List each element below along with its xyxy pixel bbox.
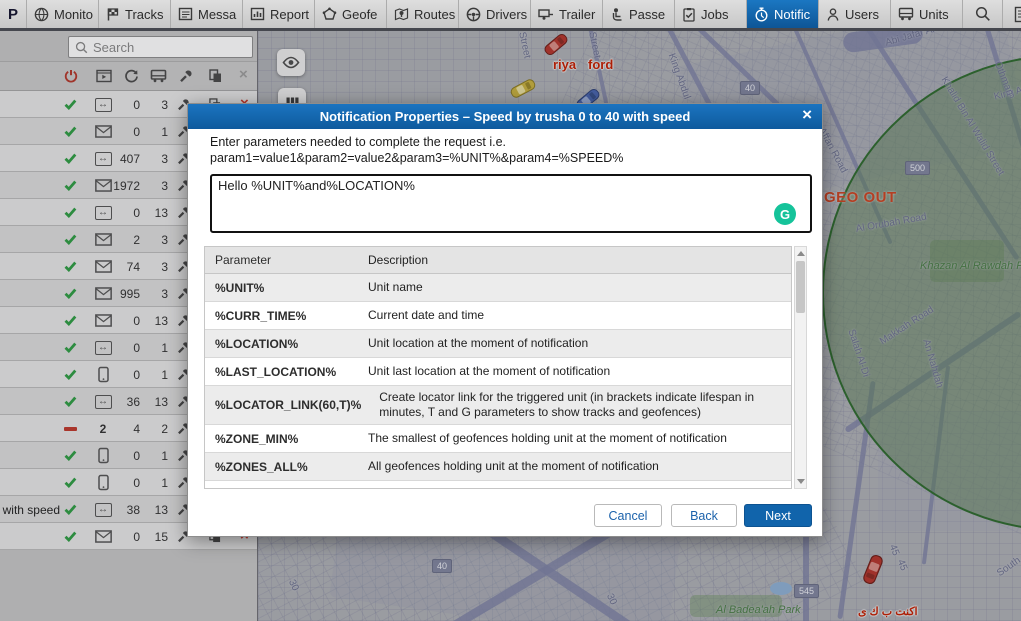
tab-reports[interactable]: Report xyxy=(242,0,314,28)
back-button[interactable]: Back xyxy=(671,504,737,527)
passenger-icon xyxy=(610,7,624,22)
scrollbar-thumb[interactable] xyxy=(796,261,805,313)
message-text-input[interactable]: Hello %UNIT%and%LOCATION% xyxy=(210,174,812,233)
parameter-row: %LOCATION% Unit location at the moment o… xyxy=(205,330,791,358)
tab-label: Users xyxy=(845,7,879,22)
parameter-description: The smallest of geofences holding unit a… xyxy=(358,427,791,450)
tab-units[interactable]: Units xyxy=(890,0,962,28)
tab-monitoring[interactable]: Monito xyxy=(26,0,98,28)
notification-properties-dialog: Notification Properties – Speed by trush… xyxy=(187,103,823,537)
column-header-parameter: Parameter xyxy=(205,249,358,271)
instruction-line: Enter parameters needed to complete the … xyxy=(210,135,623,151)
tab-tracks[interactable]: Tracks xyxy=(98,0,170,28)
tab-label: Tracks xyxy=(125,7,164,22)
tab-label: Notific xyxy=(774,7,810,22)
table-header: Parameter Description xyxy=(205,247,791,274)
tab-label: Passe xyxy=(629,7,665,22)
parameters-table: Parameter Description %UNIT% Unit name %… xyxy=(204,246,792,489)
parameter-description: Create locator link for the triggered un… xyxy=(369,386,791,424)
parameter-description: Current date and time xyxy=(358,304,791,327)
app-logo: P xyxy=(0,0,26,28)
clipboard-icon xyxy=(682,7,696,22)
parameter-description: All geofences holding unit at the moment… xyxy=(358,455,791,478)
parameter-row: %ZONE_MIN% The smallest of geofences hol… xyxy=(205,425,791,453)
flag-icon xyxy=(106,7,120,22)
trailer-icon xyxy=(538,7,554,21)
bus-icon xyxy=(898,7,914,21)
column-header-description: Description xyxy=(358,249,791,272)
tab-label: Trailer xyxy=(559,7,595,22)
geofence-icon xyxy=(322,7,337,21)
tab-drivers[interactable]: Drivers xyxy=(458,0,530,28)
scroll-up-icon[interactable] xyxy=(795,247,806,260)
tab-routes[interactable]: Routes xyxy=(386,0,458,28)
table-scrollbar[interactable] xyxy=(794,246,807,489)
tab-users[interactable]: Users xyxy=(818,0,890,28)
tab-label: Routes xyxy=(414,7,455,22)
parameter-row: %ZONES_ALL% All geofences holding unit a… xyxy=(205,453,791,481)
document-icon xyxy=(1014,6,1021,23)
instruction-line: param1=value1&param2=value2&param3=%UNIT… xyxy=(210,151,623,167)
parameter-row: %CURR_TIME% Current date and time xyxy=(205,302,791,330)
tab-label: Messa xyxy=(198,7,236,22)
tab-geofences[interactable]: Geofe xyxy=(314,0,386,28)
report-icon xyxy=(250,7,265,21)
tab-label: Drivers xyxy=(486,7,527,22)
parameter-name: %LAST_LOCATION% xyxy=(205,361,358,383)
scroll-down-icon[interactable] xyxy=(795,475,806,488)
parameter-name: %ZONES_ALL% xyxy=(205,456,358,478)
steering-wheel-icon xyxy=(466,7,481,22)
alarm-clock-icon xyxy=(754,7,769,22)
dialog-instructions: Enter parameters needed to complete the … xyxy=(210,135,623,166)
tab-trailers[interactable]: Trailer xyxy=(530,0,602,28)
tab-jobs[interactable]: Jobs xyxy=(674,0,746,28)
tab-label: Report xyxy=(270,7,309,22)
parameter-name: %UNIT% xyxy=(205,277,358,299)
tab-label: Monito xyxy=(54,7,93,22)
globe-icon xyxy=(34,7,49,22)
dialog-header[interactable]: Notification Properties – Speed by trush… xyxy=(188,104,822,129)
nav-edge-partial-button[interactable] xyxy=(1002,0,1021,28)
parameter-name: %LOCATION% xyxy=(205,333,358,355)
tab-label: Jobs xyxy=(701,7,728,22)
parameter-row: %LAST_LOCATION% Unit last location at th… xyxy=(205,358,791,386)
tab-notifications[interactable]: Notific xyxy=(746,0,818,28)
next-button[interactable]: Next xyxy=(744,504,812,527)
parameter-name: %ZONE_MIN% xyxy=(205,428,358,450)
parameter-description: Unit last location at the moment of noti… xyxy=(358,360,791,383)
parameter-row: %UNIT% Unit name xyxy=(205,274,791,302)
parameter-name: %LOCATOR_LINK(60,T)% xyxy=(205,394,369,416)
parameter-row: %LOCATOR_LINK(60,T)% Create locator link… xyxy=(205,386,791,425)
top-nav: P Monito Tracks Messa Report Geofe Route… xyxy=(0,0,1021,31)
tab-passengers[interactable]: Passe xyxy=(602,0,674,28)
magnifier-icon xyxy=(975,6,991,22)
parameter-description: Unit location at the moment of notificat… xyxy=(358,332,791,355)
tab-label: Geofe xyxy=(342,7,377,22)
tab-messages[interactable]: Messa xyxy=(170,0,242,28)
cancel-button[interactable]: Cancel xyxy=(594,504,662,527)
tab-label: Units xyxy=(919,7,949,22)
route-map-icon xyxy=(394,7,409,21)
parameter-description: Unit name xyxy=(358,276,791,299)
close-icon[interactable] xyxy=(802,105,812,125)
parameter-name: %CURR_TIME% xyxy=(205,305,358,327)
nav-search-button[interactable] xyxy=(962,0,1002,28)
dialog-title: Notification Properties – Speed by trush… xyxy=(320,109,691,124)
message-icon xyxy=(178,7,193,21)
grammarly-icon[interactable]: G xyxy=(774,203,796,225)
user-icon xyxy=(826,7,840,22)
